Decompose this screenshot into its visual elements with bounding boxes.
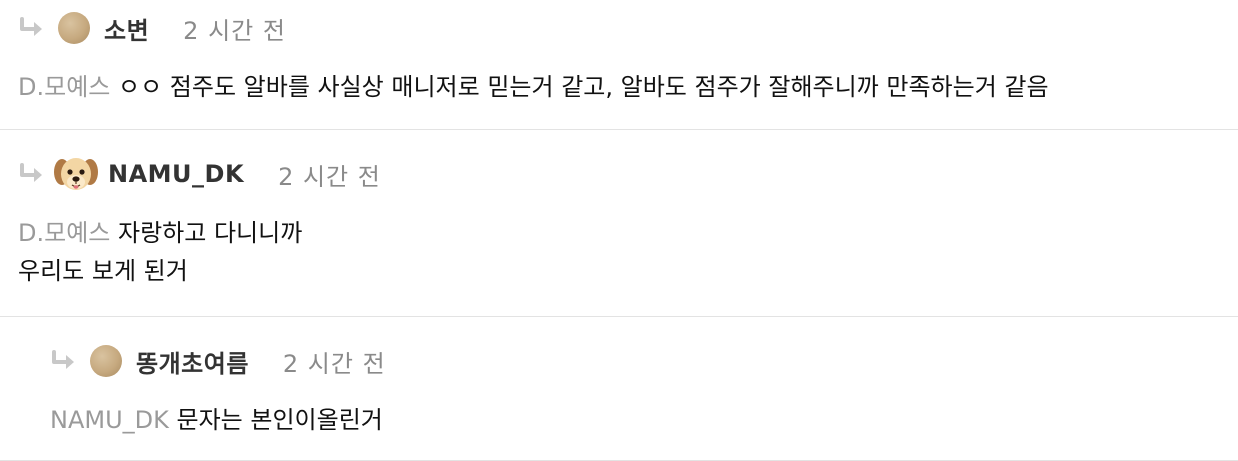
comment-text: 자랑하고 다니니까 bbox=[118, 219, 303, 247]
avatar[interactable] bbox=[90, 345, 122, 377]
reply-arrow-icon bbox=[50, 350, 80, 372]
comment-header: 똥개초여름 2 시간 전 bbox=[50, 341, 386, 381]
comment-line: D.모예스 ㅇㅇ 점주도 알바를 사실상 매니저로 믿는거 같고, 알바도 점주… bbox=[18, 68, 1049, 106]
author-name[interactable]: 똥개초여름 bbox=[136, 344, 249, 379]
comment-timestamp: 2 시간 전 bbox=[278, 162, 381, 191]
comment-text: 문자는 본인이올린거 bbox=[176, 406, 383, 434]
reply-arrow-icon bbox=[18, 17, 48, 39]
avatar[interactable] bbox=[58, 12, 90, 44]
comment-body: D.모예스 ㅇㅇ 점주도 알바를 사실상 매니저로 믿는거 같고, 알바도 점주… bbox=[18, 68, 1049, 106]
comment-item: NAMU_DK 2 시간 전 D.모예스 자랑하고 다니니까 우리도 보게 된거 bbox=[0, 130, 1238, 317]
comment-item: 똥개초여름 2 시간 전 NAMU_DK 문자는 본인이올린거 bbox=[0, 317, 1238, 461]
reply-arrow-icon bbox=[18, 163, 48, 185]
comment-header: NAMU_DK 2 시간 전 bbox=[18, 154, 381, 194]
author-name[interactable]: 소변 bbox=[104, 11, 149, 46]
mention-link[interactable]: NAMU_DK bbox=[50, 406, 169, 434]
comment-item: 소변 2 시간 전 D.모예스 ㅇㅇ 점주도 알바를 사실상 매니저로 믿는거 … bbox=[0, 0, 1238, 130]
comment-line: NAMU_DK 문자는 본인이올린거 bbox=[50, 401, 383, 439]
mention-link[interactable]: D.모예스 bbox=[18, 73, 110, 101]
puppy-avatar[interactable] bbox=[52, 150, 100, 198]
comment-timestamp: 2 시간 전 bbox=[282, 349, 386, 378]
comment-timestamp: 2 시간 전 bbox=[183, 16, 286, 45]
comment-body: NAMU_DK 문자는 본인이올린거 bbox=[50, 401, 383, 439]
comment-body: D.모예스 자랑하고 다니니까 우리도 보게 된거 bbox=[18, 214, 302, 290]
mention-link[interactable]: D.모예스 bbox=[18, 219, 110, 247]
comment-line: 우리도 보게 된거 bbox=[18, 257, 188, 285]
comment-text: ㅇㅇ 점주도 알바를 사실상 매니저로 믿는거 같고, 알바도 점주가 잘해주니… bbox=[118, 73, 1049, 101]
author-name[interactable]: NAMU_DK bbox=[108, 160, 244, 188]
comment-header: 소변 2 시간 전 bbox=[18, 8, 286, 48]
comment-line: D.모예스 자랑하고 다니니까 bbox=[18, 214, 302, 252]
